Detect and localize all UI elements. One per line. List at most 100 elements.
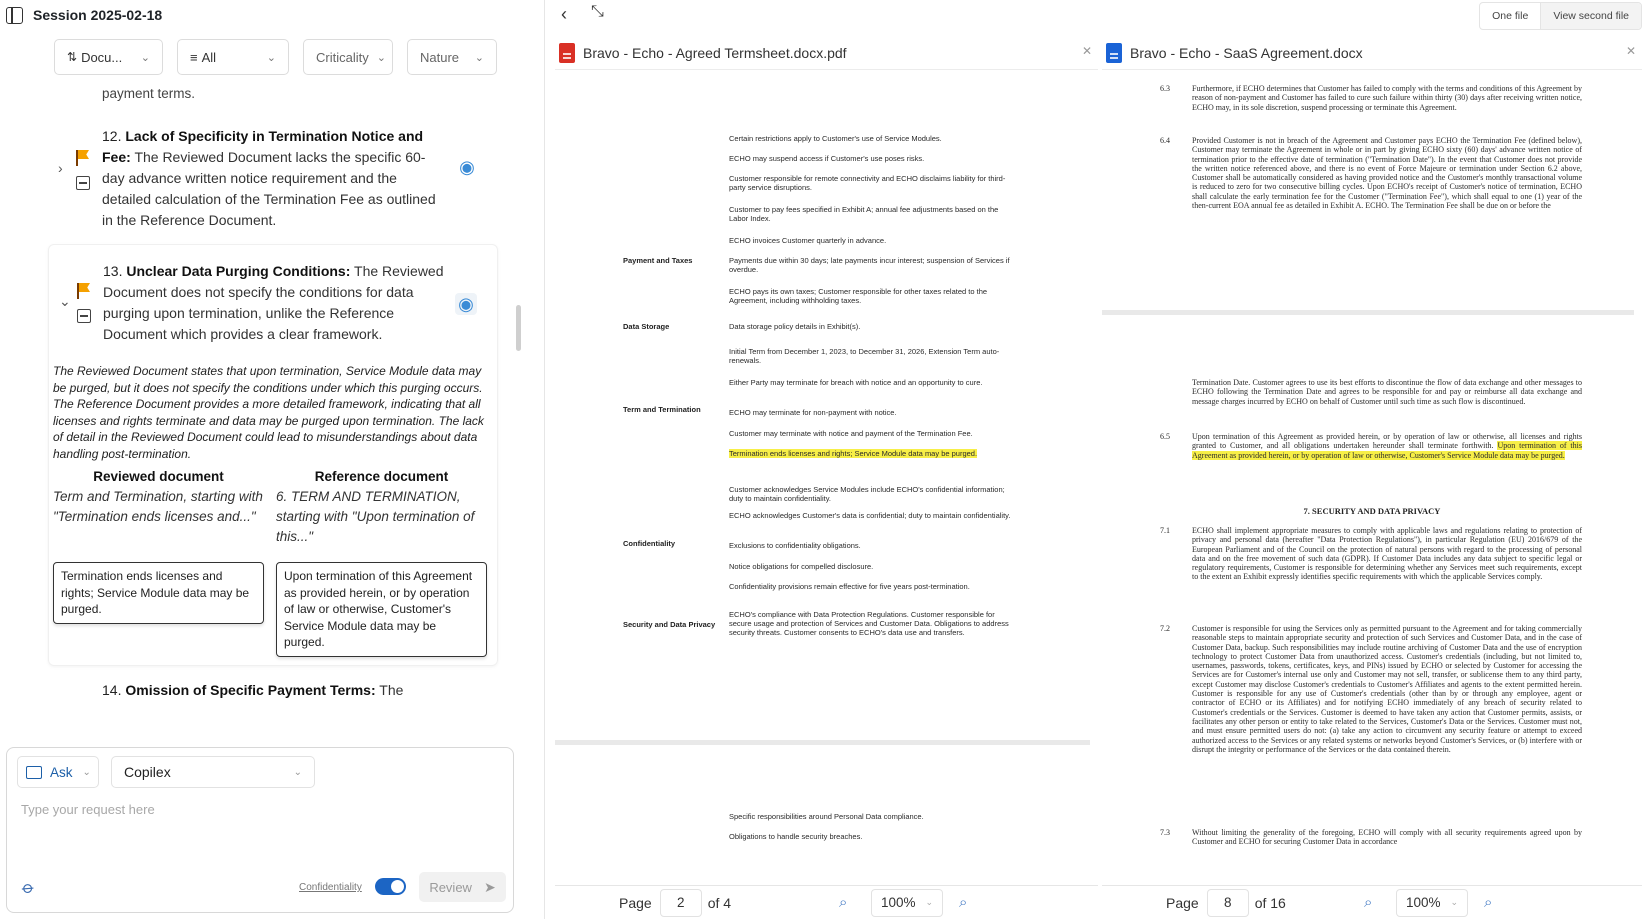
reviewed-column: Reviewed document Term and Termination, … <box>53 469 264 657</box>
chevron-down-icon: ⌄ <box>140 51 150 64</box>
zoom-out-icon[interactable]: ⌕ <box>839 894 847 911</box>
send-icon: ➤ <box>483 878 496 895</box>
termsheet-line: ECHO may suspend access if Customer's us… <box>729 154 1019 163</box>
clause-number: 7.3 <box>1160 828 1170 837</box>
issue-list: payment terms. › ◉ 12. Lack of Specifici… <box>0 80 530 740</box>
issue-card-13[interactable]: ⌄ ◉ 13. Unclear Data Purging Conditions:… <box>48 244 498 666</box>
termsheet-line-text: Either Party may terminate for breach wi… <box>729 378 983 387</box>
issue-number: 13. <box>103 263 123 279</box>
termsheet-section-label: Security and Data Privacy <box>623 620 716 629</box>
issue-body: The Reviewed Document lacks the specific… <box>102 149 436 228</box>
termsheet-line: Customer responsible for remote connecti… <box>729 174 1019 192</box>
chevron-down-icon: ⌄ <box>376 51 386 64</box>
clause-number: 6.3 <box>1160 84 1170 93</box>
zoom-in-icon[interactable]: ⌕ <box>959 894 967 911</box>
previous-issue-tail: payment terms. <box>102 86 196 101</box>
clause-6-4: Provided Customer is not in breach of th… <box>1192 136 1582 211</box>
issue-detail: The Reviewed Document states that upon t… <box>53 364 484 461</box>
termsheet-line: Specific responsibilities around Persona… <box>729 812 924 821</box>
termsheet-section-label: Confidentiality <box>623 539 676 548</box>
page-number-input[interactable]: 8 <box>1206 888 1249 917</box>
all-filter-dropdown[interactable]: ≡ All ⌄ <box>177 39 289 75</box>
criticality-filter-label: Criticality <box>316 49 369 65</box>
reference-location: 6. TERM AND TERMINATION, starting with "… <box>276 489 475 544</box>
clause-number: 6.5 <box>1160 432 1170 441</box>
document-filter-dropdown[interactable]: ⇅ Docu... ⌄ <box>54 39 163 75</box>
confidentiality-label[interactable]: Confidentiality <box>299 882 362 893</box>
prompt-composer: Ask ⌄ Copilex ⌄ Type your request here ⌀… <box>6 747 514 913</box>
criticality-filter-dropdown[interactable]: Criticality ⌄ <box>303 39 393 75</box>
issue-14-text: 14. Omission of Specific Payment Terms: … <box>48 680 448 701</box>
termsheet-section-label: Payment and Taxes <box>623 256 693 265</box>
all-filter-label: All <box>201 49 217 65</box>
close-icon[interactable]: ✕ <box>1082 44 1092 58</box>
reference-column: Reference document 6. TERM AND TERMINATI… <box>276 469 487 657</box>
view-second-file-button[interactable]: View second file <box>1541 3 1641 29</box>
termsheet-line: Customer to pay fees specified in Exhibi… <box>729 205 1019 223</box>
termsheet-line: Payments due within 30 days; late paymen… <box>729 256 1019 274</box>
termsheet-line-text[interactable]: Termination ends licenses and rights; Se… <box>729 449 978 458</box>
zoom-dropdown[interactable]: 100% ⌄ <box>871 888 943 917</box>
clause-number: 7.2 <box>1160 624 1170 633</box>
one-file-button[interactable]: One file <box>1480 3 1542 29</box>
termsheet-page: Certain restrictions apply to Customer's… <box>555 72 1098 885</box>
section-heading: 7. SECURITY AND DATA PRIVACY <box>1303 506 1441 516</box>
session-header: Session 2025-02-18 <box>0 0 544 30</box>
eye-icon[interactable]: ◉ <box>456 156 478 178</box>
termsheet-line-text: Confidentiality provisions remain effect… <box>729 582 970 591</box>
paperclip-icon[interactable]: ⌀ <box>18 877 38 899</box>
scrollbar-thumb[interactable] <box>516 305 521 351</box>
issue-title: Unclear Data Purging Conditions: <box>126 263 351 279</box>
reviewed-quote[interactable]: Termination ends licenses and rights; Se… <box>53 562 264 624</box>
app-root: Session 2025-02-18 ⇅ Docu... ⌄ ≡ All ⌄ C… <box>0 0 1642 919</box>
filter-bar: ⇅ Docu... ⌄ ≡ All ⌄ Criticality ⌄ Nature… <box>0 30 544 75</box>
request-input[interactable]: Type your request here <box>21 802 155 817</box>
termsheet-line-text: Customer may terminate with notice and p… <box>729 429 973 438</box>
chat-icon <box>26 765 42 779</box>
document-tab-1[interactable]: Bravo - Echo - Agreed Termsheet.docx.pdf… <box>555 36 1098 70</box>
zoom-dropdown[interactable]: 100% ⌄ <box>1396 888 1468 917</box>
termsheet-line-text: Data storage policy details in Exhibit(s… <box>729 322 861 331</box>
collapse-icon[interactable]: ⤡ <box>591 3 604 21</box>
review-button[interactable]: Review ➤ <box>419 872 506 902</box>
document-tab-2[interactable]: Bravo - Echo - SaaS Agreement.docx ✕ <box>1102 36 1642 70</box>
clause-6-5: Upon termination of this Agreement as pr… <box>1192 432 1582 460</box>
termsheet-line: ECHO's compliance with Data Protection R… <box>729 610 1019 637</box>
chevron-down-icon: ⌄ <box>1450 897 1458 907</box>
page-count: of 4 <box>707 894 732 911</box>
issue-card-12[interactable]: › ◉ 12. Lack of Specificity in Terminati… <box>48 126 498 231</box>
eye-active-icon[interactable]: ◉ <box>455 293 477 315</box>
document-name: Bravo - Echo - Agreed Termsheet.docx.pdf <box>583 44 847 61</box>
model-dropdown[interactable]: Copilex ⌄ <box>111 756 315 788</box>
termsheet-line: ECHO acknowledges Customer's data is con… <box>729 511 1019 520</box>
sidebar-toggle-icon[interactable] <box>6 6 23 24</box>
termsheet-line-text: Customer responsible for remote connecti… <box>729 174 1006 192</box>
mode-dropdown[interactable]: Ask ⌄ <box>17 756 99 788</box>
back-arrow-icon[interactable]: ‹ <box>561 4 567 25</box>
zoom-out-icon[interactable]: ⌕ <box>1364 894 1372 911</box>
termsheet-line: Data storage policy details in Exhibit(s… <box>729 322 1019 331</box>
termsheet-line-text: Payments due within 30 days; late paymen… <box>729 256 1010 274</box>
termsheet-line-text: Initial Term from December 1, 2023, to D… <box>729 347 1000 365</box>
page-label: Page <box>1166 894 1199 911</box>
termsheet-line: ECHO pays its own taxes; Customer respon… <box>729 287 1019 305</box>
clause-number: 6.4 <box>1160 136 1170 145</box>
issue-card-14[interactable]: 14. Omission of Specific Payment Terms: … <box>48 680 498 701</box>
view-mode-toggle: One file View second file <box>1479 2 1642 30</box>
nature-filter-dropdown[interactable]: Nature ⌄ <box>407 39 497 75</box>
confidentiality-toggle[interactable] <box>375 878 406 895</box>
reference-quote[interactable]: Upon termination of this Agreement as pr… <box>276 562 487 657</box>
comparison-columns: Reviewed document Term and Termination, … <box>53 469 487 657</box>
termsheet-line-text: ECHO may suspend access if Customer's us… <box>729 154 925 163</box>
termsheet-line: ECHO invoices Customer quarterly in adva… <box>729 236 1019 245</box>
close-icon[interactable]: ✕ <box>1626 44 1636 58</box>
reference-header: Reference document <box>314 469 449 484</box>
page-number-input[interactable]: 2 <box>659 888 702 917</box>
termsheet-line-text: ECHO pays its own taxes; Customer respon… <box>729 287 988 305</box>
termsheet-line: Initial Term from December 1, 2023, to D… <box>729 347 1019 365</box>
termsheet-line-text: Exclusions to confidentiality obligation… <box>729 541 861 550</box>
chevron-down-icon: ⌄ <box>293 766 302 778</box>
session-title: Session 2025-02-18 <box>33 7 163 23</box>
chevron-down-icon: ⌄ <box>925 897 933 907</box>
zoom-in-icon[interactable]: ⌕ <box>1484 894 1492 911</box>
